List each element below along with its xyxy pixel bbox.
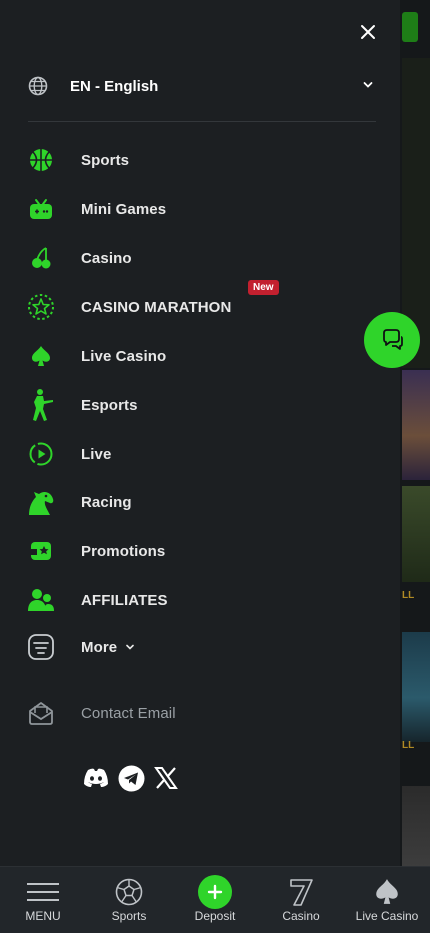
- x-twitter-icon: [154, 767, 178, 789]
- basketball-icon: [26, 145, 56, 175]
- nav-live-casino[interactable]: Live Casino: [344, 867, 430, 933]
- background-label: LL: [402, 590, 415, 601]
- menu-item-label: Live: [81, 445, 112, 463]
- nav-menu[interactable]: MENU: [0, 867, 86, 933]
- globe-icon: [28, 76, 48, 96]
- menu-item-more[interactable]: More: [26, 627, 366, 667]
- background-label: LL: [402, 740, 415, 751]
- more-icon: [26, 632, 56, 662]
- promo-icon: [26, 536, 56, 566]
- seven-icon: [287, 875, 315, 909]
- gamepad-icon: [26, 194, 56, 224]
- menu-item-contact-email[interactable]: Contact Email: [26, 693, 366, 733]
- telegram-link[interactable]: [117, 764, 145, 792]
- nav-label: Casino: [282, 909, 320, 923]
- menu-item-racing[interactable]: Racing: [26, 482, 366, 522]
- nav-label: Live Casino: [355, 909, 419, 923]
- chevron-down-icon: [363, 82, 373, 88]
- cherry-icon: [26, 243, 56, 273]
- menu-item-esports[interactable]: Esports: [26, 385, 366, 425]
- menu-item-promotions[interactable]: Promotions: [26, 531, 366, 571]
- menu-item-live-casino[interactable]: Live Casino: [26, 336, 366, 376]
- nav-casino[interactable]: Casino: [258, 867, 344, 933]
- background-game-tile: [402, 370, 430, 480]
- menu-item-label: Esports: [81, 396, 138, 414]
- menu-item-label: Racing: [81, 493, 132, 511]
- menu-item-sports[interactable]: Sports: [26, 140, 366, 180]
- discord-icon: [84, 768, 108, 787]
- menu-item-label: Contact Email: [81, 704, 176, 722]
- chat-bubble-icon: [383, 329, 403, 350]
- close-icon: [361, 25, 375, 39]
- spade-icon: [374, 875, 400, 909]
- play-circle-icon: [26, 439, 56, 469]
- menu-item-label: More: [81, 638, 118, 656]
- spade-icon: [26, 341, 56, 371]
- menu-item-label: Casino: [81, 249, 132, 267]
- menu-item-casino-marathon[interactable]: CASINO MARATHON New: [26, 280, 366, 327]
- nav-deposit[interactable]: Deposit: [172, 867, 258, 933]
- menu-item-live[interactable]: Live: [26, 434, 366, 474]
- menu-item-label: Mini Games: [81, 200, 167, 218]
- star-badge-icon: [26, 292, 56, 322]
- nav-label: MENU: [25, 909, 61, 923]
- nav-sports[interactable]: Sports: [86, 867, 172, 933]
- background-game-tile: [402, 786, 430, 866]
- menu-item-mini-games[interactable]: Mini Games: [26, 189, 366, 229]
- menu-item-label: Live Casino: [81, 347, 167, 365]
- background-button: [402, 12, 418, 42]
- side-menu-drawer: EN - English Sports Mini Games Casino CA…: [0, 0, 400, 866]
- discord-link[interactable]: [82, 764, 110, 792]
- telegram-icon: [118, 765, 144, 791]
- divider: [28, 121, 376, 122]
- nav-label: Deposit: [194, 909, 236, 923]
- menu-item-label: Sports: [81, 151, 130, 169]
- bottom-navigation: MENU Sports Deposit Casino Live Casino: [0, 866, 430, 933]
- plus-icon: [198, 875, 232, 909]
- soccer-ball-icon: [115, 875, 143, 909]
- menu-item-label: AFFILIATES: [81, 591, 168, 609]
- users-icon: [26, 585, 56, 615]
- x-link[interactable]: [152, 764, 180, 792]
- chevron-down-icon: [126, 644, 135, 650]
- background-game-tile: [402, 632, 430, 742]
- mail-icon: [26, 698, 56, 728]
- new-badge: New: [248, 280, 279, 295]
- language-label: EN - English: [70, 77, 159, 95]
- nav-label: Sports: [111, 909, 147, 923]
- menu-item-label: CASINO MARATHON: [81, 298, 232, 316]
- menu-item-label: Promotions: [81, 542, 166, 560]
- hamburger-icon: [26, 875, 60, 909]
- horse-icon: [26, 487, 56, 517]
- background-game-tile: [402, 486, 430, 582]
- language-selector[interactable]: EN - English: [26, 70, 376, 102]
- soldier-icon: [26, 389, 56, 421]
- menu-item-affiliates[interactable]: AFFILIATES: [26, 580, 366, 620]
- menu-item-casino[interactable]: Casino: [26, 238, 366, 278]
- chat-button[interactable]: [364, 312, 420, 368]
- close-button[interactable]: [356, 20, 380, 44]
